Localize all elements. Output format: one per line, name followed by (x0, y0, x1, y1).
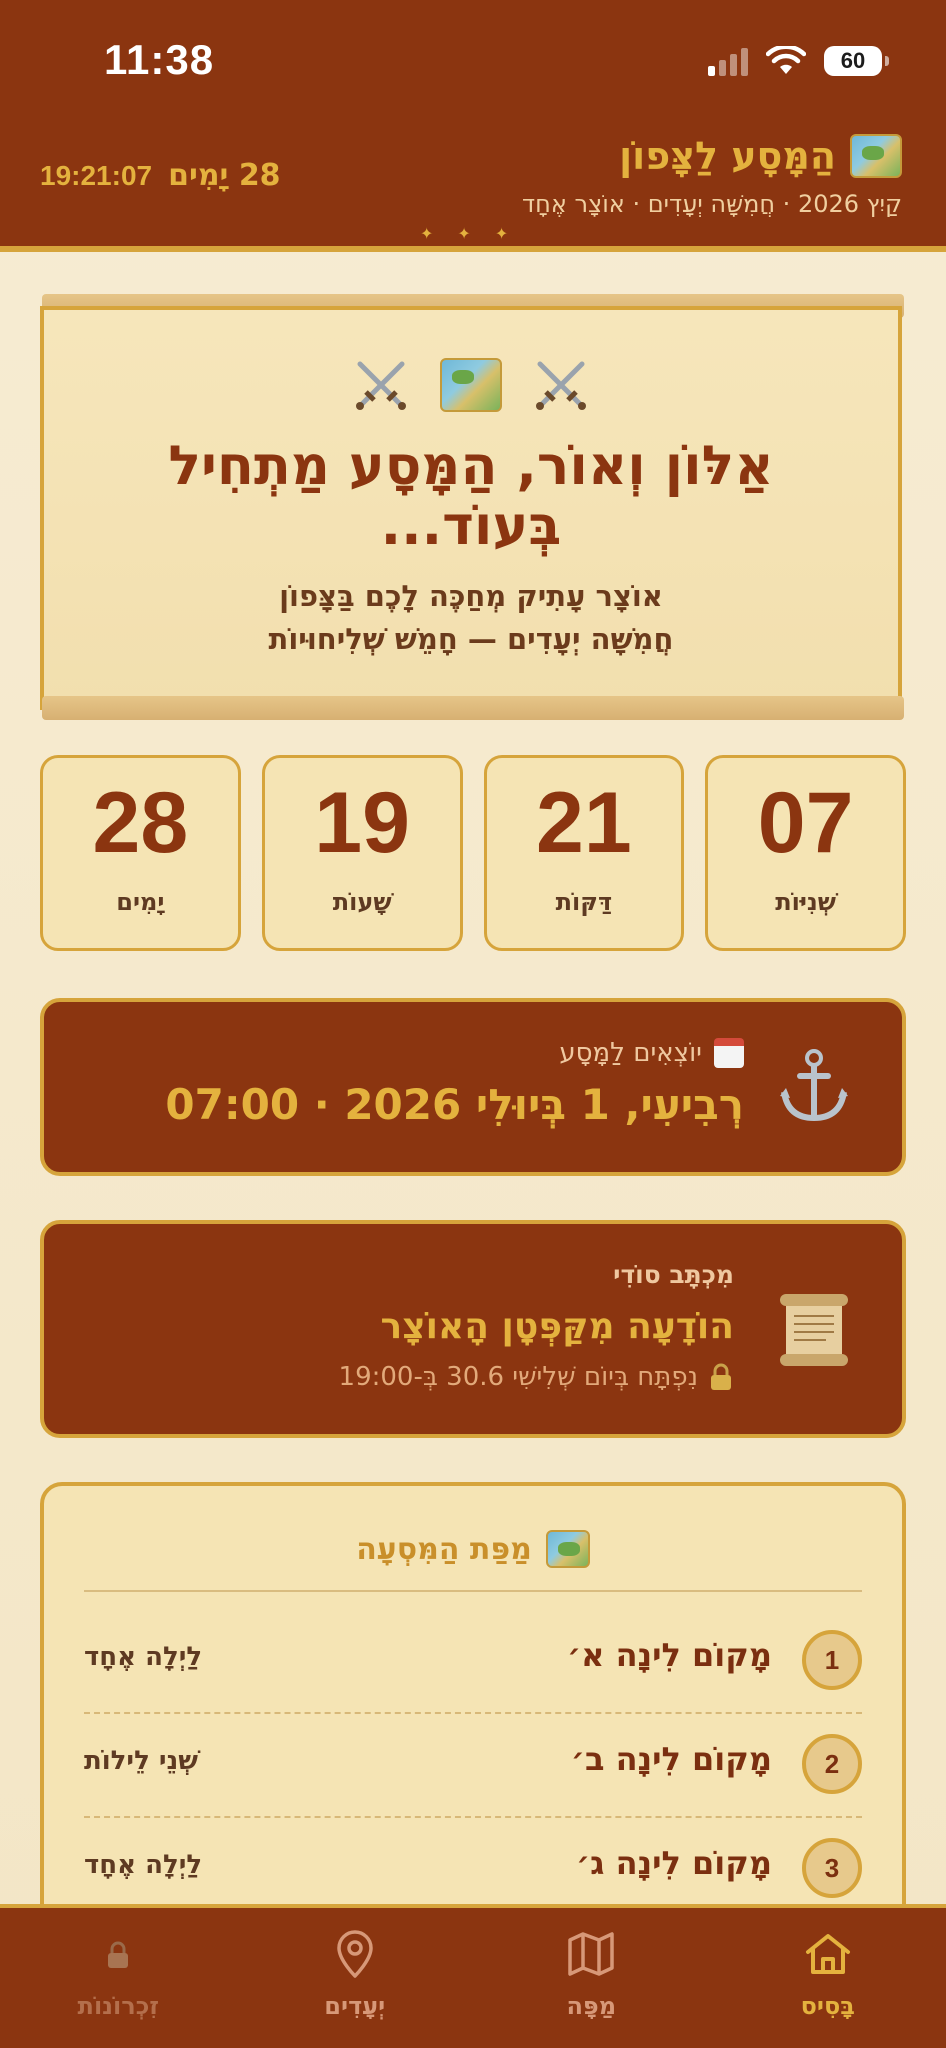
header-countdown: 19:21:07 28 יָמִים (40, 158, 281, 193)
countdown-label: שָׁעוֹת (332, 888, 392, 916)
departure-label: יוֹצְאִים לַמָּסָע (559, 1038, 702, 1068)
battery-icon: 60 (824, 46, 889, 76)
countdown-value: 28 (92, 775, 189, 871)
status-icons: 60 (708, 46, 889, 76)
countdown-value: 21 (536, 775, 632, 871)
tab-label: מַפָּה (566, 1992, 617, 2020)
app-title: הַמָּסָע לַצָּפוֹן (619, 134, 836, 178)
countdown-label: יָמִים (116, 888, 165, 916)
hero-subtitle-line-2: חֲמִשָּׁה יְעָדִים — חָמֵשׁ שְׁלִיחוּיוֹ… (268, 622, 674, 657)
countdown-tiles: 07 שְׁנִיּוֹת 21 דַּקּוֹת 19 שָׁעוֹת 28 … (40, 755, 906, 951)
secret-letter-lock-row: נִפְתָּח בְּיוֹם שְׁלִישִׁי 30.6 בְּ-19:… (339, 1362, 734, 1392)
tab-label: יְעָדִים (324, 1992, 386, 2020)
countdown-label: דַּקּוֹת (555, 888, 613, 916)
tab-label: זִכְרוֹנוֹת (77, 1992, 159, 2020)
lock-icon (711, 1363, 731, 1390)
home-icon (805, 1934, 850, 1974)
bottom-tab-bar: בָּסִיס מַפָּה יְעָדִים זִכְרוֹנוֹת (0, 1904, 946, 2048)
secret-letter-unlock-time: נִפְתָּח בְּיוֹם שְׁלִישִׁי 30.6 בְּ-19:… (338, 1362, 698, 1392)
secret-letter-label: מִכְתָּב סוֹדִי (613, 1260, 734, 1289)
status-time: 11:38 (104, 36, 215, 83)
countdown-hours: 19 שָׁעוֹת (261, 755, 463, 951)
lock-icon (108, 1941, 129, 1968)
stop-nights: לַיְלָה אֶחָד (84, 1850, 203, 1880)
scroll-rod-bottom (42, 696, 904, 720)
anchor-icon (780, 1049, 848, 1122)
location-pin-icon (337, 1930, 373, 1978)
world-map-icon (545, 1530, 590, 1568)
secret-letter-title: הוֹדָעָה מִקַּפְּטָן הָאוֹצָר (380, 1306, 735, 1347)
countdown-value: 19 (314, 775, 410, 871)
scroll-icon (780, 1294, 848, 1366)
departure-date: רְבִיעִי, 1 בְּיוּלִי 2026 · 07:00 (165, 1080, 744, 1129)
tab-memories[interactable]: זִכְרוֹנוֹת (0, 1908, 237, 2048)
stop-row[interactable]: 2 מָקוֹם לִינָה ב׳ שְׁנֵי לֵילוֹת (84, 1712, 862, 1818)
hero-title: אַלּוֹן וְאוֹר, הַמָּסָע מַתְחִיל בְּעוֹ… (168, 434, 774, 558)
departure-label-row: יוֹצְאִים לַמָּסָע (559, 1038, 744, 1068)
trip-map-title: מַפַּת הַמִּסְעָה (356, 1531, 532, 1567)
stop-nights: שְׁנֵי לֵילוֹת (84, 1746, 199, 1776)
calendar-icon (714, 1038, 744, 1068)
stop-name: מָקוֹם לִינָה ג׳ (575, 1844, 772, 1882)
header-countdown-clock: 19:21:07 (40, 159, 153, 191)
trip-map-title-row: מַפַּת הַמִּסְעָה (44, 1530, 902, 1568)
header-countdown-days: 28 יָמִים (168, 158, 281, 193)
hero-icons (44, 356, 898, 414)
stop-row[interactable]: 1 מָקוֹם לִינָה א׳ לַיְלָה אֶחָד (84, 1608, 862, 1714)
world-map-icon (850, 134, 902, 178)
stop-name: מָקוֹם לִינָה א׳ (566, 1636, 772, 1674)
tab-label: בָּסִיס (800, 1992, 855, 2020)
countdown-days: 28 יָמִים (40, 755, 241, 951)
stop-name: מָקוֹם לִינָה ב׳ (570, 1740, 772, 1778)
world-map-icon (440, 358, 502, 412)
map-icon (568, 1932, 614, 1976)
stop-nights: לַיְלָה אֶחָד (84, 1642, 203, 1672)
app-header: 11:38 60 הַמָּסָע לַצָּפוֹן קַיִץ 2026 ·… (0, 0, 946, 252)
departure-card: יוֹצְאִים לַמָּסָע רְבִיעִי, 1 בְּיוּלִי… (40, 998, 906, 1176)
tab-destinations[interactable]: יְעָדִים (237, 1908, 474, 2048)
crossed-swords-icon (356, 361, 406, 410)
app-title-row: הַמָּסָע לַצָּפוֹן (619, 134, 902, 178)
crossed-swords-icon (536, 361, 586, 410)
secret-letter-card[interactable]: מִכְתָּב סוֹדִי הוֹדָעָה מִקַּפְּטָן הָא… (40, 1220, 906, 1438)
countdown-minutes: 21 דַּקּוֹת (483, 755, 685, 951)
divider (84, 1590, 862, 1592)
sparkle-icons: ✦✦✦ (420, 224, 533, 243)
countdown-label: שְׁנִיּוֹת (775, 888, 837, 916)
countdown-seconds: 07 שְׁנִיּוֹת (705, 755, 906, 951)
wifi-icon (766, 46, 806, 74)
stop-number-badge: 3 (802, 1838, 862, 1898)
tab-map[interactable]: מַפָּה (473, 1908, 710, 2048)
stop-number-badge: 2 (802, 1734, 862, 1794)
app-subtitle: קַיִץ 2026 · חֲמִשָּׁה יְעָדִים · אוֹצָר… (522, 190, 902, 218)
cellular-signal-icon (708, 46, 748, 76)
stop-number-badge: 1 (802, 1630, 862, 1690)
hero-scroll-card: אַלּוֹן וְאוֹר, הַמָּסָע מַתְחִיל בְּעוֹ… (40, 306, 902, 710)
tab-home[interactable]: בָּסִיס (710, 1908, 946, 2048)
hero-subtitle-line-1: אוֹצָר עָתִיק מְחַכֶּה לָכֶם בַּצָּפוֹן (279, 578, 663, 613)
app-screen: 11:38 60 הַמָּסָע לַצָּפוֹן קַיִץ 2026 ·… (0, 0, 946, 2048)
countdown-value: 07 (757, 775, 854, 871)
hero-subtitle: אוֹצָר עָתִיק מְחַכֶּה לָכֶם בַּצָּפוֹן … (44, 575, 898, 662)
